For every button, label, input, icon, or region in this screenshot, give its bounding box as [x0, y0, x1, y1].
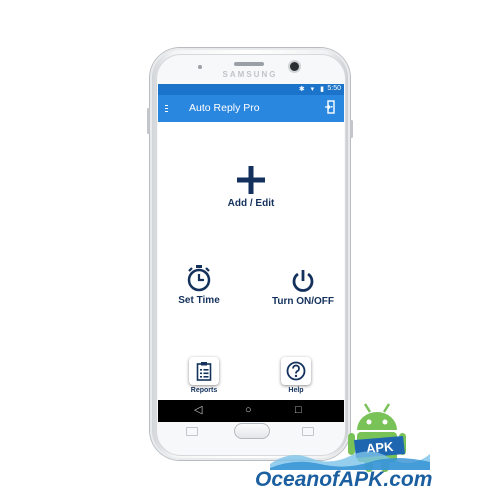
recent-nav-icon[interactable]: □	[295, 403, 302, 417]
power-icon	[292, 270, 314, 292]
reports-label: Reports	[190, 387, 218, 394]
back-nav-icon[interactable]: ◁	[194, 403, 202, 417]
plus-icon	[237, 166, 265, 194]
status-icons: ✱ ▾ ▮	[298, 86, 326, 93]
clipboard-icon	[196, 362, 212, 381]
add-edit-button[interactable]: Add / Edit	[221, 164, 281, 209]
home-nav-icon[interactable]: ○	[245, 403, 252, 417]
power-side-button	[350, 120, 353, 138]
hardware-recent-key	[186, 427, 198, 436]
help-tile[interactable]	[281, 357, 311, 385]
reports-tile[interactable]	[189, 357, 219, 385]
hardware-back-key	[302, 427, 314, 436]
earpiece-speaker	[234, 62, 264, 66]
turn-on-off-button[interactable]: Turn ON/OFF	[268, 269, 338, 307]
app-screen: ✱ ▾ ▮ 5:50 Auto Reply Pro Add / Edit Set…	[158, 84, 344, 422]
set-time-button[interactable]: Set Time	[169, 264, 229, 306]
navigation-bar: ◁ ○ □	[158, 400, 344, 422]
question-icon	[286, 361, 306, 381]
add-edit-label: Add / Edit	[227, 198, 275, 209]
app-bar: Auto Reply Pro	[158, 95, 344, 122]
hardware-home-button	[234, 423, 270, 439]
app-title: Auto Reply Pro	[189, 102, 260, 114]
help-label: Help	[288, 387, 304, 394]
exit-door-icon[interactable]	[324, 100, 336, 116]
stopwatch-icon	[187, 265, 211, 292]
reports-button[interactable]: Reports	[184, 357, 224, 394]
volume-button	[147, 108, 150, 134]
help-button[interactable]: Help	[276, 357, 316, 394]
status-bar: ✱ ▾ ▮ 5:50	[158, 84, 344, 95]
ocean-wave-icon	[270, 451, 430, 470]
menu-icon[interactable]	[164, 102, 172, 114]
proximity-sensor	[198, 65, 202, 69]
front-camera	[290, 62, 299, 71]
phone-brand: SAMSUNG	[222, 70, 278, 79]
turn-on-off-label: Turn ON/OFF	[271, 296, 335, 307]
set-time-label: Set Time	[178, 295, 220, 306]
status-time: 5:50	[327, 85, 341, 92]
watermark-text: OceanofAPK.com	[255, 468, 433, 491]
